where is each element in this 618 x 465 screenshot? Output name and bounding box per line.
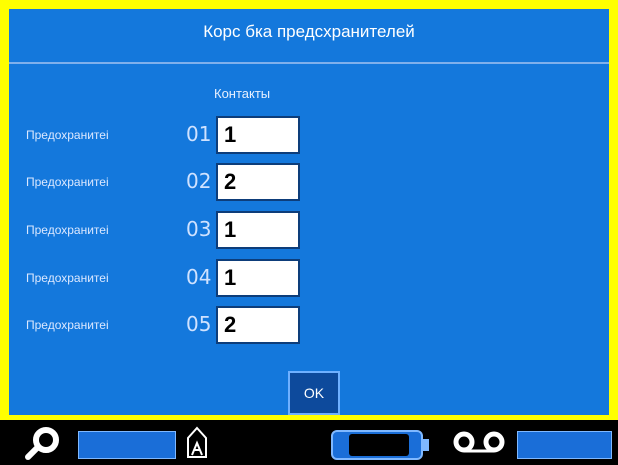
- dialog-title: Корс бка предсхранителей: [203, 22, 415, 41]
- contacts-input-05[interactable]: 2: [216, 306, 300, 344]
- fuse-index: 05: [186, 312, 212, 336]
- screen: Корс бка предсхранителей Контакты Предох…: [0, 0, 618, 420]
- search-field-bar[interactable]: [78, 431, 176, 459]
- fuse-label: Предохранитеі: [26, 271, 109, 285]
- fuse-row-02: Предохранитеі 02 2: [0, 163, 400, 203]
- fuse-row-05: Предохранитеі 05 2: [0, 306, 400, 346]
- fuse-row-03: Предохранитеі 03 1: [0, 211, 400, 251]
- contacts-input-02[interactable]: 2: [216, 163, 300, 201]
- fuse-label: Предохранитеі: [26, 175, 109, 189]
- contacts-input-03[interactable]: 1: [216, 211, 300, 249]
- fuse-index: 01: [186, 122, 212, 146]
- fuse-row-04: Предохранитеі 04 1: [0, 259, 400, 299]
- fuse-row-01: Предохранитеі 01 1: [0, 116, 400, 156]
- search-icon[interactable]: [22, 426, 62, 460]
- fuse-index: 04: [186, 265, 212, 289]
- battery-icon: [331, 430, 429, 460]
- fuse-label: Предохранитеі: [26, 318, 109, 332]
- tape-icon: [453, 431, 505, 453]
- fuse-index: 02: [186, 169, 212, 193]
- ok-button[interactable]: OK: [288, 371, 340, 415]
- lock-icon: [187, 426, 207, 458]
- title-bar: Корс бка предсхранителей: [9, 9, 609, 64]
- fuse-label: Предохранитеі: [26, 128, 109, 142]
- fuse-label: Предохранитеі: [26, 223, 109, 237]
- column-header: Контакты: [214, 86, 271, 101]
- contacts-input-04[interactable]: 1: [216, 259, 300, 297]
- fuse-index: 03: [186, 217, 212, 241]
- tape-status-bar: [517, 431, 612, 459]
- contacts-input-01[interactable]: 1: [216, 116, 300, 154]
